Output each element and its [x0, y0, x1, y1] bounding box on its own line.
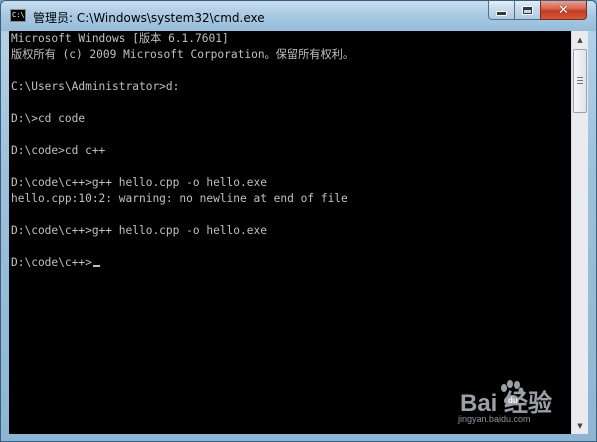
console-line: hello.cpp:10:2: warning: no newline at e…: [11, 192, 348, 205]
console-line: C:\Users\Administrator>d:: [11, 80, 180, 93]
cmd-window: C:\ 管理员: C:\Windows\system32\cmd.exe ✕ M…: [0, 0, 597, 442]
console-line: Microsoft Windows [版本 6.1.7601]: [11, 32, 229, 45]
prompt-line[interactable]: D:\code\c++>: [11, 255, 354, 271]
console-line: D:\code\c++>g++ hello.cpp -o hello.exe: [11, 176, 267, 189]
console-line: D:\code\c++>g++ hello.cpp -o hello.exe: [11, 224, 267, 237]
text-cursor: [92, 265, 100, 267]
baidu-watermark: Bai 经验 du jingyan.baidu.com: [456, 379, 576, 431]
grip-line: [577, 77, 583, 78]
cmd-icon[interactable]: C:\: [10, 9, 26, 22]
console-line: 版权所有 (c) 2009 Microsoft Corporation。保留所有…: [11, 48, 355, 61]
window-title: 管理员: C:\Windows\system32\cmd.exe: [33, 11, 265, 25]
console-output[interactable]: Microsoft Windows [版本 6.1.7601] 版权所有 (c)…: [9, 31, 571, 434]
console-lines: Microsoft Windows [版本 6.1.7601] 版权所有 (c)…: [11, 31, 354, 271]
prompt-text: D:\code\c++>: [11, 256, 92, 269]
console-line: D:\code>cd c++: [11, 144, 106, 157]
maximize-button[interactable]: [514, 1, 541, 20]
vertical-scrollbar[interactable]: ▲ ▼: [571, 31, 588, 434]
console-line: D:\>cd code: [11, 112, 86, 125]
svg-text:du: du: [508, 396, 518, 405]
close-button[interactable]: ✕: [540, 1, 587, 20]
grip-line: [577, 80, 583, 81]
minimize-icon: [497, 11, 506, 15]
watermark-url: jingyan.baidu.com: [458, 414, 531, 424]
baidu-paw-icon: du: [501, 380, 524, 406]
scroll-up-arrow-icon[interactable]: ▲: [572, 31, 588, 48]
scrollbar-thumb[interactable]: [573, 49, 587, 113]
maximize-icon: [523, 6, 532, 14]
close-icon: ✕: [558, 2, 569, 18]
minimize-button[interactable]: [488, 1, 515, 20]
grip-line: [577, 83, 583, 84]
